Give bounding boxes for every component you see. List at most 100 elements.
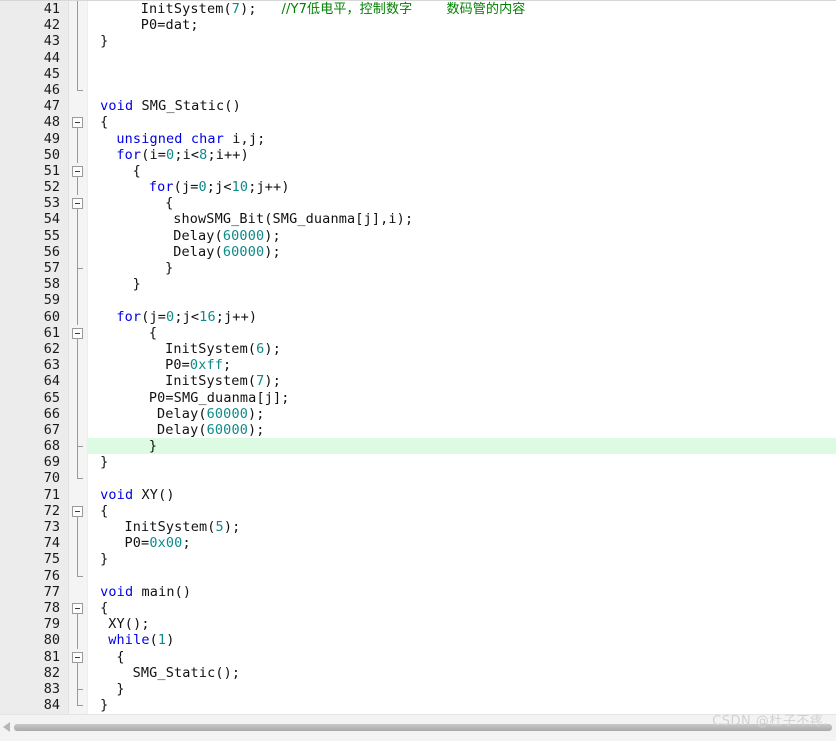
code-line[interactable]: 55 Delay(60000);	[0, 227, 836, 244]
fold-line	[77, 308, 78, 325]
code-line[interactable]: 66 Delay(60000);	[0, 405, 836, 422]
fold-collapse-icon[interactable]	[69, 195, 87, 212]
fold-box[interactable]	[72, 117, 83, 129]
code-line[interactable]: 72 {	[0, 503, 836, 519]
code-line[interactable]: 80 while(1)	[0, 632, 836, 649]
code-line[interactable]: 82 SMG_Static();	[0, 664, 836, 681]
code-line[interactable]: 83}	[0, 680, 836, 698]
code-line[interactable]: 54 showSMG_Bit(SMG_duanma[j],i);	[0, 211, 836, 228]
code-line[interactable]: 77 void main()	[0, 584, 836, 600]
code-text: Delay(60000);	[157, 422, 265, 438]
fold-collapse-icon[interactable]	[69, 163, 87, 180]
plain-token: InitSystem(	[165, 340, 257, 357]
code-line[interactable]: 48 {	[0, 114, 836, 131]
line-number: 78	[43, 599, 60, 616]
plain-token: showSMG_Bit(SMG_duanma[j],i);	[173, 211, 414, 228]
code-text: }	[133, 276, 141, 292]
fold-collapse-icon[interactable]	[69, 503, 87, 519]
fold-guide-line	[69, 454, 87, 471]
editor-client-area[interactable]: 41 InitSystem(7); //Y7低电平，控制数字 数码管的内容 42 P0…	[0, 1, 836, 714]
code-line[interactable]: 62 InitSystem(6);	[0, 340, 836, 358]
code-line[interactable]: 42 P0=dat;	[0, 17, 836, 34]
code-line[interactable]: 74 P0=0x00;	[0, 535, 836, 552]
code-line[interactable]: 50 for(i=0;i<8;i++)	[0, 146, 836, 163]
number-token: 60000	[206, 421, 249, 438]
fold-box[interactable]	[72, 505, 83, 517]
code-line[interactable]: 63 P0=0xff;	[0, 357, 836, 374]
fold-line	[77, 227, 78, 244]
code-line[interactable]: 61 {	[0, 325, 836, 341]
fold-line	[77, 130, 78, 147]
line-number: 68	[43, 438, 60, 455]
plain-token: );	[264, 227, 281, 244]
code-line[interactable]: 68}	[0, 438, 836, 455]
code-line[interactable]: 53 {	[0, 195, 836, 212]
fold-box[interactable]	[72, 602, 83, 614]
code-line[interactable]: 60 for(j=0;j<16;j++)	[0, 308, 836, 325]
code-line[interactable]: 45	[0, 65, 836, 82]
fold-box[interactable]	[72, 198, 83, 210]
code-line[interactable]: 75}	[0, 551, 836, 568]
fold-collapse-icon[interactable]	[69, 600, 87, 617]
fold-minus-glyph	[75, 510, 80, 512]
number-token: 10	[231, 179, 249, 196]
triangle-left-icon[interactable]	[3, 722, 10, 732]
horizontal-scrollbar[interactable]	[0, 714, 836, 741]
code-line[interactable]: 52 for(j=0;j<10;j++)	[0, 179, 836, 196]
code-line[interactable]: 78 {	[0, 599, 836, 617]
code-line[interactable]: 70	[0, 470, 836, 486]
code-line[interactable]: 73 InitSystem(5);	[0, 519, 836, 536]
code-line[interactable]: 57}	[0, 260, 836, 277]
line-number: 59	[43, 292, 60, 309]
fold-box[interactable]	[72, 327, 83, 339]
code-line-list[interactable]: 41 InitSystem(7); //Y7低电平，控制数字 数码管的内容 42 P0…	[0, 1, 836, 714]
code-text: }	[100, 697, 108, 713]
fold-guide-line	[69, 179, 87, 196]
plain-token: ;j++)	[248, 179, 290, 196]
code-line[interactable]: 84}	[0, 697, 836, 713]
code-line[interactable]: 79 XY();	[0, 616, 836, 633]
code-line[interactable]: 44	[0, 49, 836, 66]
fold-collapse-icon[interactable]	[69, 114, 87, 131]
code-line[interactable]: 65 P0=SMG_duanma[j];	[0, 389, 836, 406]
fold-line	[77, 276, 78, 293]
code-line[interactable]: 81 {	[0, 649, 836, 665]
code-line[interactable]: 69}	[0, 454, 836, 471]
code-line[interactable]: 76	[0, 567, 836, 584]
fold-guide-line	[69, 146, 87, 163]
fold-end-tick	[77, 478, 83, 480]
fold-collapse-icon[interactable]	[69, 325, 87, 341]
code-line[interactable]: 46	[0, 81, 836, 98]
fold-line	[77, 17, 78, 34]
fold-collapse-icon[interactable]	[69, 649, 87, 665]
code-line[interactable]: 51 {	[0, 163, 836, 180]
plain-token: SMG_Static();	[132, 664, 241, 681]
code-text: showSMG_Bit(SMG_duanma[j],i);	[173, 211, 413, 227]
fold-box[interactable]	[72, 651, 83, 663]
code-text: InitSystem(7);	[165, 373, 281, 389]
code-line[interactable]: 56 Delay(60000);	[0, 243, 836, 260]
code-text: }	[100, 454, 108, 470]
line-number: 58	[43, 276, 60, 293]
scrollbar-thumb[interactable]	[14, 724, 832, 731]
current-line-highlight	[88, 438, 836, 455]
fold-guide-line	[69, 130, 87, 147]
fold-guide-line	[69, 211, 87, 228]
code-line[interactable]: 59	[0, 292, 836, 309]
code-line[interactable]: 58}	[0, 276, 836, 293]
code-line[interactable]: 49 unsigned char i,j;	[0, 130, 836, 147]
code-line[interactable]: 41 InitSystem(7); //Y7低电平，控制数字 数码管的内容	[0, 1, 836, 18]
code-line[interactable]: 47 void SMG_Static()	[0, 98, 836, 114]
plain-token: Delay(	[156, 421, 207, 438]
line-number: 41	[43, 1, 60, 17]
fold-guide-line	[69, 421, 87, 439]
plain-token: {	[100, 502, 109, 519]
plain-token: );	[264, 373, 281, 390]
code-line[interactable]: 71 void XY()	[0, 487, 836, 503]
line-number: 48	[43, 114, 60, 131]
code-line[interactable]: 67 Delay(60000);	[0, 421, 836, 439]
code-line[interactable]: 64 InitSystem(7);	[0, 373, 836, 390]
fold-line	[77, 535, 78, 552]
code-line[interactable]: 43}	[0, 33, 836, 50]
fold-box[interactable]	[72, 165, 83, 177]
